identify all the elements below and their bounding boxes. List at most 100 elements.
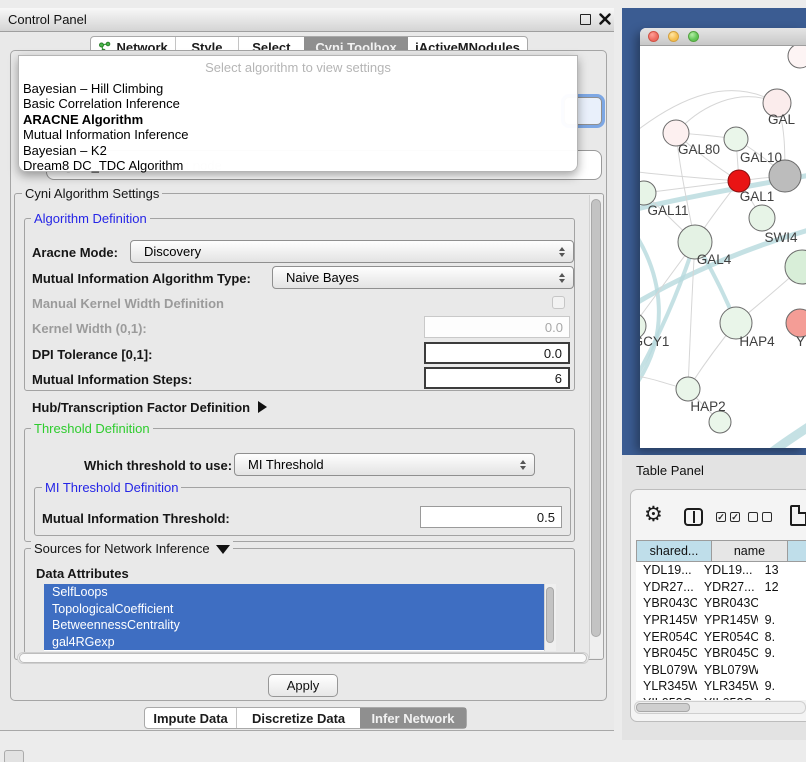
network-node-label: GAL bbox=[768, 112, 796, 127]
settings-group-title: Cyni Algorithm Settings bbox=[22, 186, 162, 201]
mi-threshold-field[interactable]: 0.5 bbox=[420, 506, 562, 528]
tab-discretize-data[interactable]: Discretize Data bbox=[236, 708, 360, 728]
close-icon[interactable] bbox=[599, 13, 611, 25]
mi-steps-label: Mutual Information Steps: bbox=[32, 372, 192, 387]
algorithm-option[interactable]: Bayesian – K2 bbox=[19, 143, 577, 158]
table-row[interactable]: YDR27...YDR27...12 bbox=[636, 579, 806, 596]
bottom-left-widget[interactable] bbox=[4, 750, 24, 762]
sources-group-title: Sources for Network Inference bbox=[34, 541, 210, 556]
network-node-label: Y bbox=[796, 334, 805, 349]
mi-steps-field[interactable]: 6 bbox=[424, 367, 570, 389]
table-row[interactable]: YBL079WYBL079W bbox=[636, 662, 806, 679]
data-attribute-item[interactable]: gal4RGexp bbox=[44, 634, 544, 651]
settings-scrollbar-thumb[interactable] bbox=[591, 199, 601, 637]
table-panel-title: Table Panel bbox=[636, 463, 704, 478]
attributes-scrollbar-thumb[interactable] bbox=[546, 587, 554, 643]
network-node-gal11[interactable] bbox=[640, 181, 656, 205]
manual-kernel-checkbox[interactable] bbox=[552, 296, 565, 309]
table-cell: YDL19... bbox=[636, 563, 697, 577]
expanded-arrow-icon[interactable] bbox=[216, 545, 230, 554]
table-column-header[interactable]: A bbox=[788, 540, 806, 562]
data-attribute-item[interactable]: BetweennessCentrality bbox=[44, 617, 544, 634]
data-attribute-item[interactable]: SelfLoops bbox=[44, 584, 544, 601]
mi-type-combobox[interactable]: Naive Bayes bbox=[272, 266, 574, 289]
dpi-tolerance-field[interactable]: 0.0 bbox=[424, 342, 570, 364]
collapsed-arrow-icon[interactable] bbox=[258, 401, 267, 413]
table-row[interactable]: YER054CYER054C8. bbox=[636, 628, 806, 645]
manual-kernel-label: Manual Kernel Width Definition bbox=[32, 296, 224, 311]
cyni-bottom-tab-bar: Impute Data Discretize Data Infer Network bbox=[144, 707, 467, 729]
hub-definition-label: Hub/Transcription Factor Definition bbox=[32, 400, 250, 415]
deselect-checkboxes-icon[interactable] bbox=[748, 512, 772, 522]
data-attributes-list[interactable]: SelfLoopsTopologicalCoefficientBetweenne… bbox=[44, 584, 544, 651]
settings-gear-icon[interactable]: ⚙ bbox=[644, 504, 663, 525]
network-edge[interactable] bbox=[676, 97, 777, 133]
which-threshold-value: MI Threshold bbox=[248, 457, 324, 472]
table-cell: YBL079W bbox=[697, 663, 758, 677]
stepper-arrows-icon bbox=[557, 270, 567, 286]
table-cell: YDR27... bbox=[697, 580, 758, 594]
network-window-titlebar[interactable] bbox=[640, 28, 806, 46]
close-traffic-light-icon[interactable] bbox=[648, 31, 659, 42]
table-row[interactable]: YBR045CYBR045C9. bbox=[636, 645, 806, 662]
apply-button[interactable]: Apply bbox=[268, 674, 338, 697]
node-table-header[interactable]: shared...nameA bbox=[636, 540, 806, 562]
tab-label: Infer Network bbox=[371, 711, 454, 726]
algorithm-option[interactable]: ARACNE Algorithm bbox=[19, 112, 577, 127]
network-node-y[interactable] bbox=[786, 309, 806, 337]
which-threshold-combobox[interactable]: MI Threshold bbox=[234, 453, 535, 476]
table-column-header[interactable]: name bbox=[712, 540, 788, 562]
tab-infer-network[interactable]: Infer Network bbox=[360, 708, 466, 728]
network-edge[interactable] bbox=[640, 171, 739, 181]
aracne-mode-combobox[interactable]: Discovery bbox=[130, 240, 574, 263]
table-cell: YDL19... bbox=[697, 563, 758, 577]
algorithm-option[interactable]: Dream8 DC_TDC Algorithm bbox=[19, 158, 577, 173]
minimize-traffic-light-icon[interactable] bbox=[668, 31, 679, 42]
algorithm-option[interactable]: Bayesian – Hill Climbing bbox=[19, 81, 577, 96]
kernel-width-value: 0.0 bbox=[545, 320, 563, 335]
hub-definition-toggle[interactable]: Hub/Transcription Factor Definition bbox=[32, 400, 267, 415]
table-cell: YIL052C bbox=[697, 696, 758, 700]
network-graph-canvas[interactable]: GALGAL80GAL10GAL1GAL11SWI4GAL4GCY1HAP4YH… bbox=[640, 46, 806, 448]
table-row[interactable]: YIL052CYIL052C9. bbox=[636, 695, 806, 700]
sources-group-toggle[interactable]: Sources for Network Inference bbox=[31, 541, 233, 556]
table-row[interactable]: YDL19...YDL19...13 bbox=[636, 562, 806, 579]
table-cell: 13 bbox=[758, 563, 806, 577]
select-all-checkboxes-icon[interactable]: ✓✓ bbox=[716, 512, 740, 522]
network-node[interactable] bbox=[788, 46, 806, 68]
mi-steps-value: 6 bbox=[555, 371, 562, 386]
table-row[interactable]: YBR043CYBR043C bbox=[636, 595, 806, 612]
kernel-width-field[interactable]: 0.0 bbox=[424, 316, 570, 338]
network-node[interactable] bbox=[709, 411, 731, 433]
algorithm-definition-title: Algorithm Definition bbox=[31, 211, 150, 226]
algorithm-option[interactable]: Basic Correlation Inference bbox=[19, 96, 577, 111]
table-cell: YBR043C bbox=[697, 596, 758, 610]
aracne-mode-label: Aracne Mode: bbox=[32, 245, 118, 260]
network-node-label: GAL1 bbox=[740, 189, 775, 204]
document-icon[interactable] bbox=[790, 505, 806, 526]
data-attribute-item[interactable]: TopologicalCoefficient bbox=[44, 601, 544, 618]
float-window-icon[interactable] bbox=[580, 14, 591, 25]
column-layout-icon[interactable] bbox=[684, 508, 703, 526]
table-cell: YIL052C bbox=[636, 696, 697, 700]
control-panel-titlebar bbox=[0, 8, 614, 32]
table-hscrollbar-thumb[interactable] bbox=[636, 703, 690, 712]
node-table-rows[interactable]: YDL19...YDL19...13YDR27...YDR27...12YBR0… bbox=[636, 562, 806, 700]
mi-type-label: Mutual Information Algorithm Type: bbox=[32, 271, 251, 286]
table-cell: YER054C bbox=[697, 630, 758, 644]
network-edge[interactable] bbox=[750, 418, 806, 448]
network-node-hap2[interactable] bbox=[676, 377, 700, 401]
network-node-swi4[interactable] bbox=[749, 205, 775, 231]
zoom-traffic-light-icon[interactable] bbox=[688, 31, 699, 42]
table-column-header[interactable]: shared... bbox=[636, 540, 712, 562]
algorithm-option[interactable]: Mutual Information Inference bbox=[19, 127, 577, 142]
settings-hscrollbar-thumb[interactable] bbox=[19, 653, 587, 663]
network-node-label: GAL4 bbox=[697, 252, 732, 267]
table-cell: 12 bbox=[758, 580, 806, 594]
table-row[interactable]: YLR345WYLR345W9. bbox=[636, 678, 806, 695]
tab-impute-data[interactable]: Impute Data bbox=[145, 708, 236, 728]
table-row[interactable]: YPR145WYPR145W9. bbox=[636, 612, 806, 629]
dropdown-placeholder: Select algorithm to view settings bbox=[19, 56, 577, 81]
tab-label: Impute Data bbox=[153, 711, 227, 726]
network-node-gal10[interactable] bbox=[724, 127, 748, 151]
